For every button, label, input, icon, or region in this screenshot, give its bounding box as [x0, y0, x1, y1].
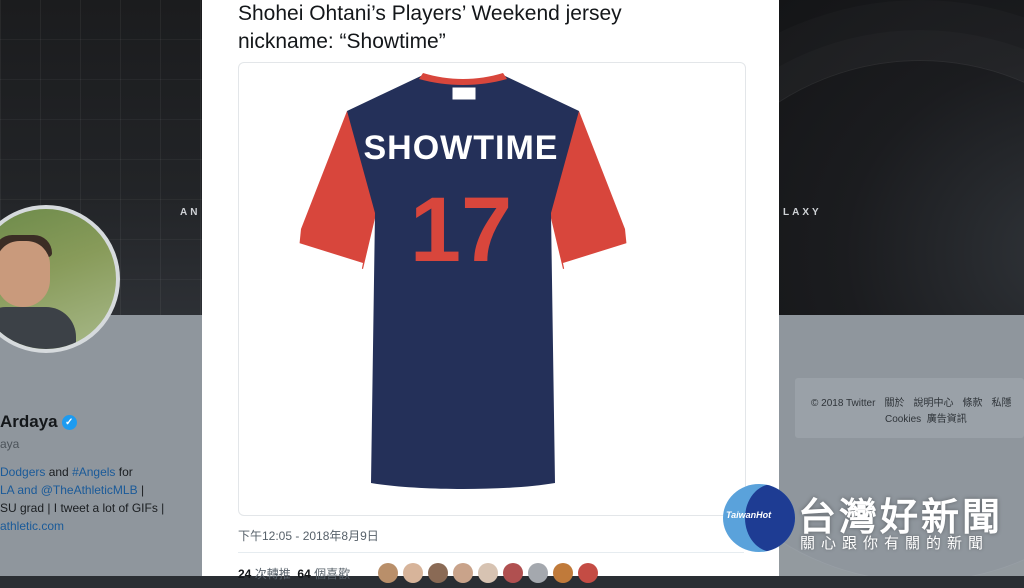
liker-avatar[interactable]: [378, 563, 398, 583]
likes-label: 個喜歡: [314, 567, 351, 581]
bio-link-dodgers[interactable]: Dodgers: [0, 465, 45, 479]
profile-bio: Dodgers and #Angels for LA and @TheAthle…: [0, 463, 200, 535]
jersey-tag: [451, 86, 477, 101]
jersey-image: SHOWTIME 17: [297, 73, 629, 489]
verified-badge-icon: ✓: [61, 415, 77, 430]
bio-text-line3: SU grad | I tweet a lot of GIFs |: [0, 501, 165, 515]
tweet-stats: 24 次轉推 64 個喜歡: [238, 565, 350, 582]
footer-cookies-link[interactable]: Cookies: [885, 414, 921, 425]
liker-avatar[interactable]: [578, 563, 598, 583]
footer-ads-link[interactable]: 廣告資訊: [927, 414, 967, 425]
bio-link-la[interactable]: LA and: [0, 483, 41, 497]
tweet-media-image[interactable]: SHOWTIME 17: [238, 62, 746, 516]
banner-text-right: LAXY: [783, 207, 822, 218]
bio-link-angels[interactable]: #Angels: [72, 465, 115, 479]
jersey-nickname: SHOWTIME: [364, 129, 559, 167]
avatar-face: [0, 241, 50, 307]
tweet-text-line1: Shohei Ohtani’s Players’ Weekend jersey: [238, 2, 622, 25]
footer-line2: Cookies 廣告資訊: [885, 410, 967, 425]
profile-name[interactable]: Ardaya ✓: [0, 412, 77, 432]
bio-text: for: [115, 465, 133, 479]
footer-terms-link[interactable]: 條款: [962, 398, 982, 409]
banner-text-left: AN: [180, 207, 201, 218]
logo-small-text: TaiwanHot: [726, 510, 772, 520]
bio-link-theathleticmlb[interactable]: @TheAthleticMLB: [41, 483, 138, 497]
liker-avatar[interactable]: [428, 563, 448, 583]
likes-stat[interactable]: 64 個喜歡: [297, 567, 350, 581]
footer-help-link[interactable]: 說明中心: [913, 398, 953, 409]
liker-avatar[interactable]: [503, 563, 523, 583]
liker-avatar[interactable]: [553, 563, 573, 583]
tweet-card: Shohei Ohtani’s Players’ Weekend jersey …: [202, 0, 779, 583]
footer-about-link[interactable]: 關於: [884, 398, 904, 409]
bio-text: |: [137, 483, 145, 497]
taiwanhot-logo-icon: TaiwanHot: [723, 484, 795, 552]
bio-text: and: [45, 465, 73, 479]
bio-website-link[interactable]: athletic.com: [0, 517, 200, 535]
retweet-stat[interactable]: 24 次轉推: [238, 567, 291, 581]
profile-sidebar: Ardaya ✓ aya Dodgers and #Angels for LA a…: [0, 0, 202, 576]
profile-name-text[interactable]: Ardaya: [0, 412, 58, 431]
likes-count: 64: [297, 567, 311, 581]
retweet-count: 24: [238, 567, 252, 581]
footer-copyright: © 2018 Twitter: [811, 398, 876, 409]
tweet-divider: [238, 552, 744, 553]
liker-avatar[interactable]: [528, 563, 548, 583]
footer-links: © 2018 Twitter 關於 說明中心 條款 私隱 Cookies 廣告資訊: [795, 378, 1024, 438]
retweet-label: 次轉推: [254, 567, 291, 581]
tweet-timestamp[interactable]: 下午12:05 - 2018年8月9日: [238, 527, 379, 544]
tweet-text-line2: nickname: “Showtime”: [238, 30, 446, 53]
watermark-subtitle: 關心跟你有關的新聞: [800, 534, 990, 552]
avatar-shirt: [0, 307, 76, 349]
liker-avatar[interactable]: [403, 563, 423, 583]
liker-avatar[interactable]: [478, 563, 498, 583]
liker-avatar[interactable]: [453, 563, 473, 583]
jersey-number: 17: [410, 179, 512, 281]
footer-privacy-link[interactable]: 私隱: [991, 398, 1011, 409]
profile-handle[interactable]: aya: [0, 437, 19, 451]
tweet-text: Shohei Ohtani’s Players’ Weekend jersey …: [238, 0, 758, 56]
footer-line1: © 2018 Twitter 關於 說明中心 條款 私隱: [811, 394, 1020, 409]
